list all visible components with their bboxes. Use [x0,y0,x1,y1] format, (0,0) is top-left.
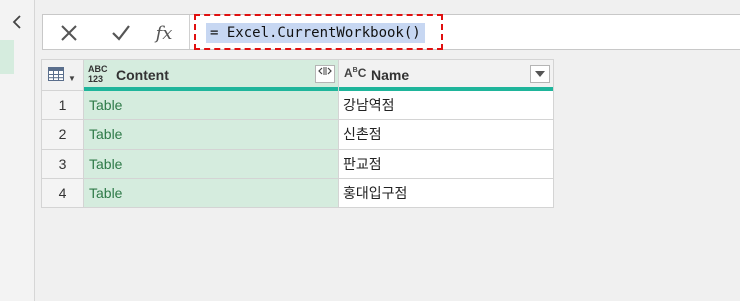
row-number: 3 [41,148,84,179]
row-number: 2 [41,119,84,150]
table-icon [48,67,64,81]
cancel-formula-button[interactable] [53,19,85,47]
chevron-left-icon [12,15,21,29]
column-filter-dropdown[interactable] [530,65,550,83]
insert-function-button[interactable]: fx [148,19,180,47]
column-header-name[interactable]: ABC Name [338,59,554,91]
table-row[interactable]: 1 Table 강남역점 [41,89,554,121]
cell-name[interactable]: 판교점 [338,148,554,179]
selected-query-indicator [0,40,14,74]
column-label-content: Content [116,67,169,83]
table-row[interactable]: 3 Table 판교점 [41,148,554,179]
any-type-icon: ABC 123 [88,64,108,84]
cell-name[interactable]: 강남역점 [338,89,554,121]
expand-column-button[interactable] [315,65,335,83]
cell-content[interactable]: Table [83,177,339,209]
checkmark-icon [112,25,130,41]
close-icon [61,25,77,41]
confirm-formula-button[interactable] [105,19,137,47]
column-header-content[interactable]: ABC 123 Content [83,59,339,91]
table-row[interactable]: 2 Table 신촌점 [41,119,554,150]
queries-pane-collapsed [0,0,35,301]
cell-content[interactable]: Table [83,148,339,179]
cell-content[interactable]: Table [83,119,339,150]
table-row[interactable]: 4 Table 홍대입구점 [41,177,554,209]
expand-queries-pane-button[interactable] [6,14,28,36]
row-number: 1 [41,89,84,121]
formula-bar-divider [189,15,190,49]
cell-name[interactable]: 신촌점 [338,119,554,150]
row-number: 4 [41,177,84,209]
cell-content[interactable]: Table [83,89,339,121]
text-type-icon: ABC [344,66,367,80]
column-quality-bar [339,87,553,91]
dropdown-caret-icon: ▼ [68,74,76,83]
fx-icon: fx [155,22,173,44]
column-label-name: Name [371,67,410,83]
cell-name[interactable]: 홍대입구점 [338,177,554,209]
column-quality-bar [84,87,338,91]
expand-arrows-icon [318,67,332,75]
table-menu-button[interactable]: ▼ [41,59,84,91]
formula-bar: fx = Excel.CurrentWorkbook() [42,14,740,50]
data-preview-grid: ▼ ABC 123 Content ABC Name 1 Table 강남역점 … [41,59,554,209]
formula-input[interactable]: = Excel.CurrentWorkbook() [206,23,425,43]
chevron-down-icon [535,71,545,77]
